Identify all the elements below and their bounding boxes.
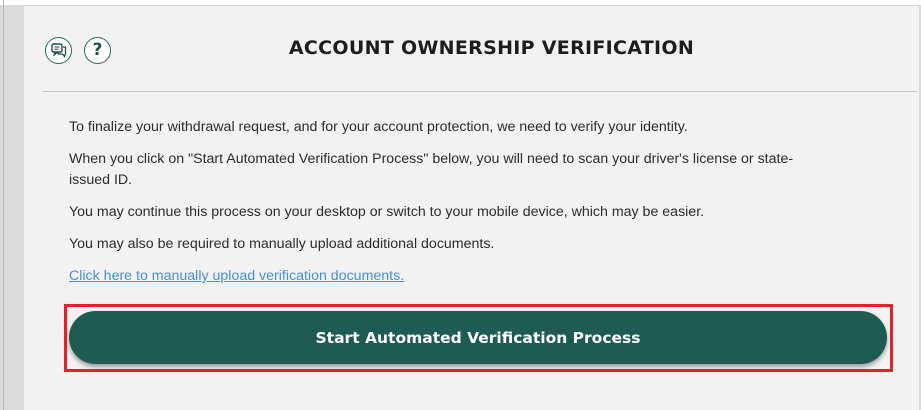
window-edge xyxy=(3,0,4,410)
verification-modal: ? ACCOUNT OWNERSHIP VERIFICATION To fina… xyxy=(24,5,919,410)
paragraph-upload: You may also be required to manually upl… xyxy=(69,236,495,252)
start-verification-button[interactable]: Start Automated Verification Process xyxy=(69,311,887,364)
modal-title: ACCOUNT OWNERSHIP VERIFICATION xyxy=(288,37,695,59)
paragraph-intro: To finalize your withdrawal request, and… xyxy=(69,119,688,135)
modal-content: To finalize your withdrawal request, and… xyxy=(69,117,859,287)
manual-upload-link[interactable]: Click here to manually upload verificati… xyxy=(69,266,404,287)
paragraph-device: You may continue this process on your de… xyxy=(69,204,705,220)
header-divider xyxy=(42,91,917,92)
paragraph-scan-id: When you click on "Start Automated Verif… xyxy=(69,151,794,188)
